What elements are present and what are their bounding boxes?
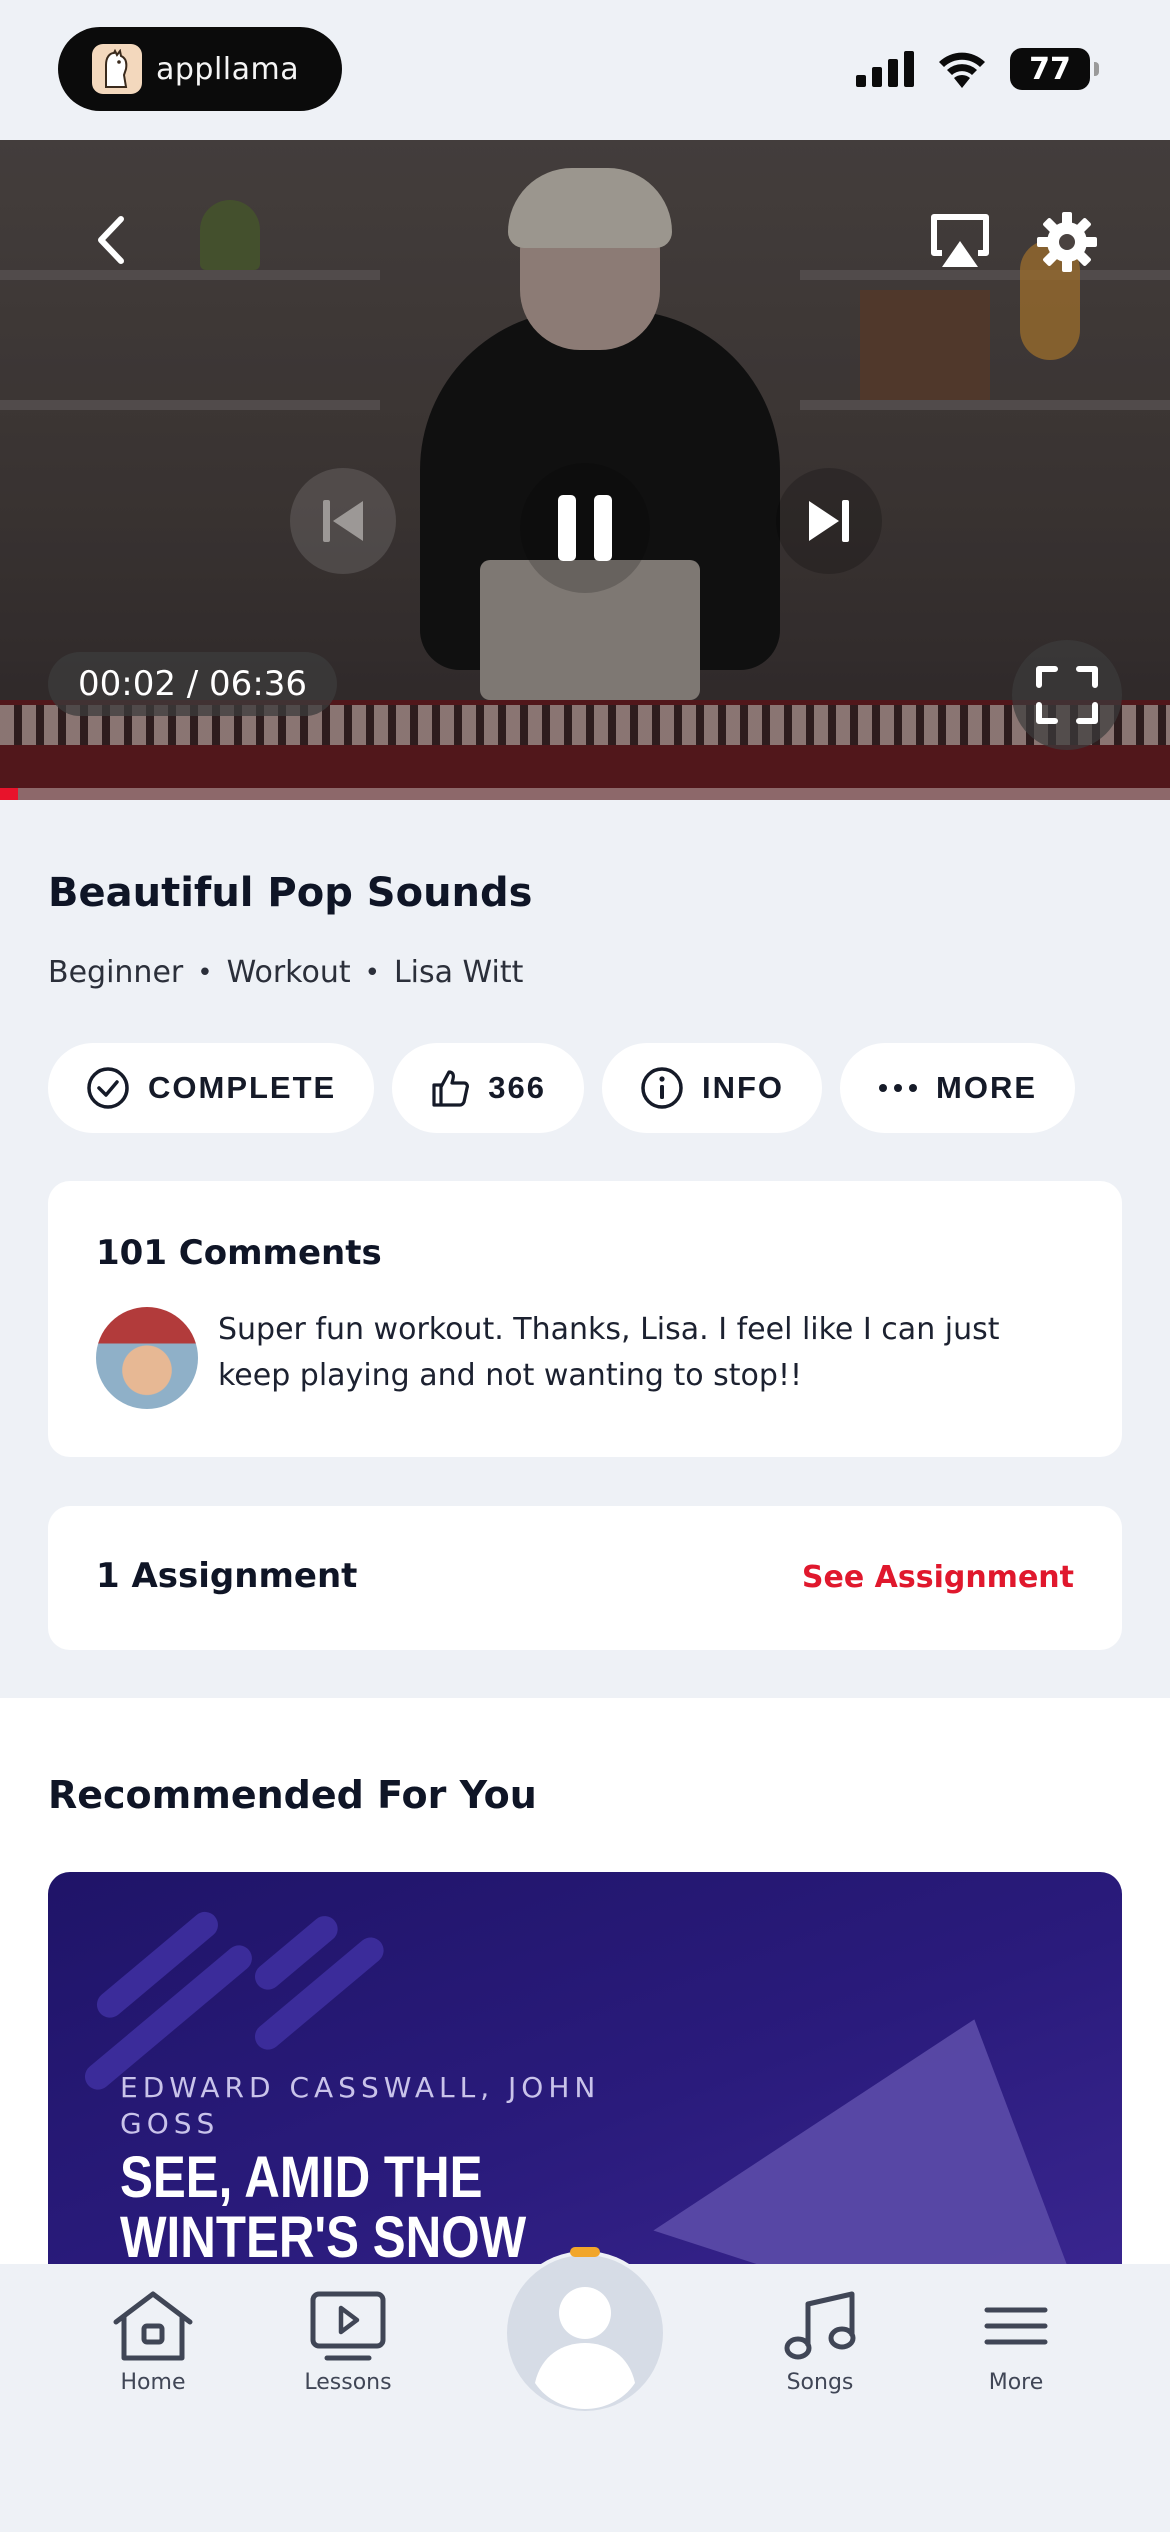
comments-card[interactable]: 101 Comments Super fun workout. Thanks, …	[48, 1181, 1122, 1457]
comment-text: Super fun workout. Thanks, Lisa. I feel …	[218, 1312, 1000, 1393]
video-progress-fill	[0, 788, 18, 800]
song-artists: EDWARD CASSWALL, JOHN GOSS	[120, 2071, 601, 2140]
tab-home[interactable]: Home	[73, 2290, 233, 2395]
profile-avatar-icon	[507, 2255, 663, 2411]
assignment-card: 1 Assignment See Assignment	[48, 1506, 1122, 1650]
skip-next-icon	[809, 500, 849, 542]
more-dots-icon	[879, 1084, 918, 1092]
app-badge[interactable]: appllama	[58, 27, 342, 111]
airplay-icon	[931, 214, 989, 267]
like-count: 366	[488, 1070, 546, 1105]
lesson-meta: Beginner • Workout • Lisa Witt	[48, 955, 523, 990]
skip-previous-icon	[323, 500, 363, 542]
lesson-title: Beautiful Pop Sounds	[48, 870, 533, 916]
fullscreen-button[interactable]	[1012, 640, 1122, 750]
timecode-text: 00:02 / 06:36	[78, 664, 308, 704]
settings-button[interactable]	[1035, 210, 1099, 274]
complete-button[interactable]: COMPLETE	[48, 1043, 375, 1133]
tab-lessons[interactable]: Lessons	[268, 2290, 428, 2395]
info-label: INFO	[701, 1070, 785, 1105]
complete-label: COMPLETE	[148, 1070, 337, 1105]
hamburger-menu-icon	[984, 2307, 1048, 2345]
more-label: MORE	[936, 1070, 1038, 1105]
pause-icon	[558, 495, 612, 561]
llama-logo-icon	[92, 44, 142, 94]
signal-icon	[856, 51, 914, 87]
next-button[interactable]	[776, 468, 882, 574]
tab-songs[interactable]: Songs	[740, 2290, 900, 2395]
tab-bar: Home Lessons Songs More	[0, 2247, 1170, 2532]
check-circle-icon	[87, 1067, 129, 1109]
profile-progress-indicator	[570, 2247, 600, 2257]
video-player[interactable]: 00:02 / 06:36	[0, 140, 1170, 800]
timecode-display: 00:02 / 06:36	[48, 652, 338, 716]
like-button[interactable]: 366	[392, 1043, 584, 1133]
wifi-icon	[939, 52, 985, 88]
tab-more-label: More	[988, 2370, 1044, 2395]
more-button[interactable]: MORE	[840, 1043, 1076, 1133]
tab-songs-label: Songs	[786, 2370, 854, 2395]
gear-icon	[1037, 212, 1097, 272]
previous-button[interactable]	[290, 468, 396, 574]
lesson-instructor: Lisa Witt	[393, 955, 524, 990]
see-assignment-link[interactable]: See Assignment	[802, 1560, 1074, 1595]
pause-button[interactable]	[520, 463, 650, 593]
chevron-left-icon	[98, 216, 124, 264]
recommended-song-card[interactable]: EDWARD CASSWALL, JOHN GOSS SEE, AMID THE…	[48, 1872, 1122, 2292]
thumbs-up-icon	[432, 1070, 470, 1107]
comments-count: 101 Comments	[96, 1233, 382, 1273]
app-name: appllama	[156, 51, 300, 87]
status-bar: appllama 77	[0, 0, 1170, 140]
video-progress-bar[interactable]	[0, 788, 1170, 800]
lesson-category: Workout	[226, 955, 351, 990]
fullscreen-icon	[1036, 666, 1098, 724]
info-button[interactable]: INFO	[601, 1043, 823, 1133]
airplay-button[interactable]	[928, 210, 992, 270]
music-note-icon	[784, 2291, 856, 2360]
tab-more[interactable]: More	[936, 2290, 1096, 2395]
back-button[interactable]	[80, 210, 140, 270]
meta-separator: •	[364, 957, 380, 988]
recommended-title: Recommended For You	[48, 1773, 537, 1817]
assignment-count: 1 Assignment	[96, 1556, 358, 1596]
home-icon	[113, 2291, 193, 2361]
battery-level: 77	[1029, 51, 1071, 87]
tab-lessons-label: Lessons	[304, 2370, 392, 2395]
battery-indicator: 77	[1010, 48, 1099, 90]
tab-home-label: Home	[120, 2370, 186, 2395]
lessons-video-icon	[310, 2291, 386, 2361]
lesson-actions: COMPLETE 366 INFO MORE	[48, 1043, 1076, 1133]
info-icon	[641, 1067, 683, 1109]
lesson-level: Beginner	[48, 955, 184, 990]
profile-button[interactable]	[503, 2251, 667, 2415]
commenter-avatar	[96, 1307, 198, 1409]
meta-separator: •	[197, 957, 213, 988]
